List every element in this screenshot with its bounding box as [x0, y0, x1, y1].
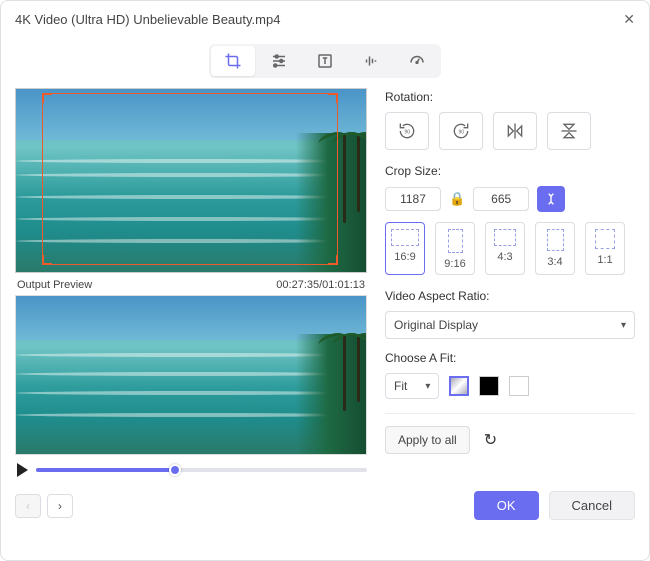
- crop-height-field[interactable]: 665: [473, 187, 529, 211]
- audio-icon: [362, 52, 380, 70]
- lock-icon[interactable]: 🔒: [449, 191, 465, 207]
- text-icon: [316, 52, 334, 70]
- fit-black-swatch[interactable]: [479, 376, 499, 396]
- fit-white-swatch[interactable]: [509, 376, 529, 396]
- swap-dimensions-button[interactable]: [537, 186, 565, 212]
- output-preview: [15, 295, 367, 455]
- footer: ‹ › OK Cancel: [1, 477, 649, 532]
- aspect-16-9-button[interactable]: 16:9: [385, 222, 425, 275]
- flip-horizontal-button[interactable]: [493, 112, 537, 150]
- audio-tool-button[interactable]: [349, 46, 393, 76]
- rotate-left-icon: 90: [397, 121, 417, 141]
- apply-to-all-button[interactable]: Apply to all: [385, 426, 470, 454]
- speedometer-icon: [408, 52, 426, 70]
- chevron-down-icon: ▾: [425, 381, 430, 392]
- next-button[interactable]: ›: [47, 494, 73, 518]
- video-aspect-value: Original Display: [394, 318, 478, 332]
- flip-vertical-icon: [559, 121, 579, 141]
- left-panel: Output Preview 00:27:35/01:01:13: [15, 88, 367, 477]
- fit-blur-swatch[interactable]: [449, 376, 469, 396]
- tool-group: [209, 44, 441, 78]
- reset-icon[interactable]: ↻: [484, 430, 497, 450]
- swap-icon: [544, 192, 558, 206]
- rotate-right-button[interactable]: 90: [439, 112, 483, 150]
- svg-text:90: 90: [459, 130, 465, 136]
- crop-icon: [224, 52, 242, 70]
- output-preview-label: Output Preview: [17, 279, 92, 291]
- slider-thumb[interactable]: [169, 464, 181, 476]
- crop-tool-button[interactable]: [211, 46, 255, 76]
- crop-rectangle[interactable]: [42, 93, 338, 265]
- crop-width-field[interactable]: 1187: [385, 187, 441, 211]
- crop-preview[interactable]: [15, 88, 367, 273]
- prev-button: ‹: [15, 494, 41, 518]
- divider: [385, 413, 635, 414]
- rotation-label: Rotation:: [385, 90, 635, 104]
- window-title: 4K Video (Ultra HD) Unbelievable Beauty.…: [15, 12, 280, 27]
- adjust-tool-button[interactable]: [257, 46, 301, 76]
- aspect-label: 16:9: [394, 251, 415, 263]
- aspect-9-16-button[interactable]: 9:16: [435, 222, 475, 275]
- aspect-label: 1:1: [597, 254, 612, 266]
- fit-label: Choose A Fit:: [385, 351, 635, 365]
- aspect-label: 3:4: [547, 256, 562, 268]
- aspect-4-3-button[interactable]: 4:3: [485, 222, 525, 275]
- editor-toolbar: [1, 38, 649, 88]
- aspect-3-4-button[interactable]: 3:4: [535, 222, 575, 275]
- timeline-slider[interactable]: [36, 468, 367, 472]
- svg-text:90: 90: [405, 130, 411, 136]
- crop-handle-bl[interactable]: [42, 255, 52, 265]
- flip-horizontal-icon: [505, 121, 525, 141]
- chevron-down-icon: ▾: [621, 320, 626, 331]
- cropsize-label: Crop Size:: [385, 164, 635, 178]
- video-aspect-label: Video Aspect Ratio:: [385, 289, 635, 303]
- speed-tool-button[interactable]: [395, 46, 439, 76]
- video-aspect-select[interactable]: Original Display ▾: [385, 311, 635, 339]
- crop-handle-br[interactable]: [328, 255, 338, 265]
- sliders-icon: [270, 52, 288, 70]
- text-tool-button[interactable]: [303, 46, 347, 76]
- rotate-right-icon: 90: [451, 121, 471, 141]
- titlebar: 4K Video (Ultra HD) Unbelievable Beauty.…: [1, 1, 649, 38]
- rotate-left-button[interactable]: 90: [385, 112, 429, 150]
- fit-value: Fit: [394, 379, 407, 393]
- play-button[interactable]: [17, 463, 28, 477]
- cancel-button[interactable]: Cancel: [549, 491, 635, 520]
- aspect-label: 9:16: [444, 258, 465, 270]
- aspect-label: 4:3: [497, 251, 512, 263]
- crop-handle-tr[interactable]: [328, 93, 338, 103]
- fit-select[interactable]: Fit ▾: [385, 373, 439, 399]
- close-icon[interactable]: ✕: [623, 11, 635, 28]
- right-panel: Rotation: 90 90 Crop Size: 1187 🔒 665: [385, 88, 635, 477]
- crop-handle-tl[interactable]: [42, 93, 52, 103]
- flip-vertical-button[interactable]: [547, 112, 591, 150]
- ok-button[interactable]: OK: [474, 491, 539, 520]
- slider-fill: [36, 468, 175, 472]
- aspect-1-1-button[interactable]: 1:1: [585, 222, 625, 275]
- preview-time: 00:27:35/01:01:13: [276, 279, 365, 291]
